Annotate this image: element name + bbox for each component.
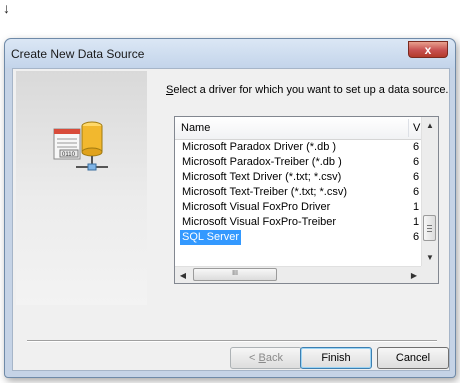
- data-source-icon: 0110: [53, 121, 108, 171]
- close-icon: x: [424, 42, 432, 57]
- list-item[interactable]: Microsoft Paradox-Treiber (*.db ) 6: [175, 155, 422, 170]
- back-accelerator: B: [258, 352, 266, 364]
- driver-name: Microsoft Visual FoxPro Driver: [182, 201, 331, 213]
- driver-version: 6: [413, 156, 420, 168]
- driver-list[interactable]: Name V Microsoft Paradox Driver (*.db ) …: [174, 116, 439, 284]
- scroll-down-button[interactable]: ▼: [422, 249, 438, 266]
- driver-version: 6: [413, 171, 420, 183]
- driver-version: 6: [413, 141, 420, 153]
- vertical-scroll-thumb[interactable]: [423, 215, 436, 241]
- vertical-scrollbar[interactable]: ▲ ▼: [421, 117, 438, 266]
- column-divider[interactable]: [408, 119, 409, 137]
- list-item[interactable]: Microsoft Text-Treiber (*.txt; *.csv) 6: [175, 185, 422, 200]
- title-bar: Create New Data Source x: [5, 39, 455, 68]
- driver-name: Microsoft Visual FoxPro-Treiber: [182, 216, 337, 228]
- list-item-selected[interactable]: SQL Server 6: [175, 230, 422, 245]
- grip-line: [427, 228, 432, 229]
- back-prefix: <: [249, 352, 259, 364]
- horizontal-scrollbar[interactable]: ◀ III ▶: [175, 266, 422, 283]
- horizontal-scroll-thumb[interactable]: III: [193, 268, 277, 281]
- driver-version: 6: [413, 231, 420, 243]
- back-rest: ack: [265, 352, 283, 364]
- list-item[interactable]: Microsoft Visual FoxPro Driver 1: [175, 200, 422, 215]
- driver-name: SQL Server: [180, 230, 242, 245]
- list-item[interactable]: Microsoft Paradox Driver (*.db ) 6: [175, 140, 422, 155]
- dialog-title: Create New Data Source: [11, 47, 145, 61]
- chevron-right-icon: ▶: [410, 271, 418, 280]
- svg-text:0110: 0110: [62, 152, 76, 158]
- scroll-up-button[interactable]: ▲: [422, 117, 438, 134]
- create-data-source-dialog: Create New Data Source x 0110 Select a d…: [4, 38, 456, 378]
- chevron-up-icon: ▲: [426, 121, 434, 130]
- driver-version: 1: [413, 216, 420, 228]
- driver-name: Microsoft Text-Treiber (*.txt; *.csv): [182, 186, 348, 198]
- finish-button[interactable]: Finish: [300, 347, 372, 369]
- instruction-text: Select a driver for which you want to se…: [166, 84, 449, 96]
- list-item[interactable]: Microsoft Text Driver (*.txt; *.csv) 6: [175, 170, 422, 185]
- prompt-rest: elect a driver for which you want to set…: [173, 84, 449, 96]
- scroll-left-button[interactable]: ◀: [175, 267, 191, 284]
- dialog-body: 0110 Select a driver for which you want …: [12, 68, 450, 371]
- driver-rows: Microsoft Paradox Driver (*.db ) 6 Micro…: [175, 140, 422, 245]
- footer-separator: [27, 340, 437, 342]
- driver-name: Microsoft Text Driver (*.txt; *.csv): [182, 171, 342, 183]
- driver-name: Microsoft Paradox-Treiber (*.db ): [182, 156, 342, 168]
- driver-name: Microsoft Paradox Driver (*.db ): [182, 141, 337, 153]
- column-header-version[interactable]: V: [413, 122, 420, 134]
- close-button[interactable]: x: [408, 41, 448, 58]
- list-item[interactable]: Microsoft Visual FoxPro-Treiber 1: [175, 215, 422, 230]
- driver-version: 1: [413, 201, 420, 213]
- list-header: Name V: [175, 117, 422, 140]
- chevron-left-icon: ◀: [179, 271, 187, 280]
- grip-line: [427, 225, 432, 226]
- column-header-name[interactable]: Name: [181, 122, 210, 134]
- wizard-side-panel: 0110: [16, 71, 147, 305]
- cancel-button[interactable]: Cancel: [377, 347, 449, 369]
- scroll-right-button[interactable]: ▶: [406, 267, 422, 284]
- driver-version: 6: [413, 186, 420, 198]
- chevron-down-icon: ▼: [426, 253, 434, 262]
- back-button[interactable]: < Back: [230, 347, 302, 369]
- scrollbar-corner: [421, 266, 438, 283]
- grip-line: [427, 231, 432, 232]
- down-arrow-icon: ↓: [3, 0, 10, 16]
